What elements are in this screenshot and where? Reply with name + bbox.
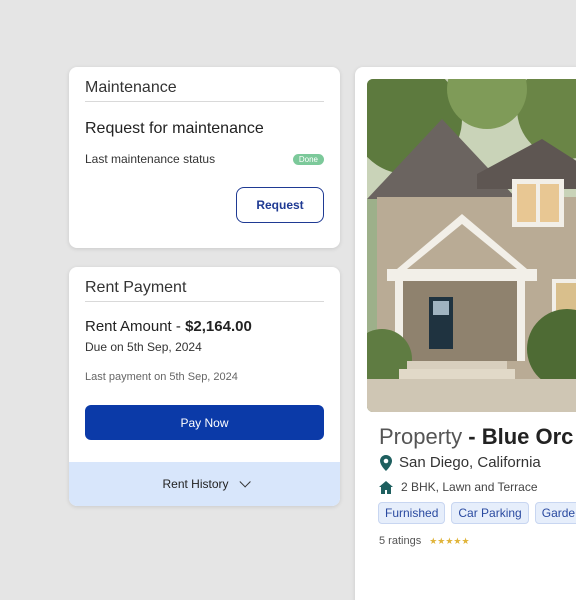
property-location: San Diego, California	[379, 454, 541, 471]
chevron-down-icon	[238, 476, 251, 488]
location-pin-icon	[380, 454, 392, 471]
rent-due-date: Due on 5th Sep, 2024	[85, 340, 202, 354]
property-tags: Furnished Car Parking Garde	[378, 502, 576, 524]
property-ratings: 5 ratings ★★★★★	[379, 535, 470, 547]
property-photo	[367, 79, 576, 412]
request-button[interactable]: Request	[236, 187, 324, 223]
ratings-count: 5 ratings	[379, 535, 422, 547]
tag-garden: Garde	[534, 502, 576, 524]
location-text: San Diego, California	[399, 454, 541, 471]
rent-amount-label: Rent Amount -	[85, 318, 186, 335]
home-icon	[379, 480, 393, 494]
rent-payment-card: Rent Payment Rent Amount - $2,164.00 Due…	[69, 267, 340, 506]
pay-now-button[interactable]: Pay Now	[85, 405, 324, 440]
status-badge: Done	[292, 153, 324, 165]
maintenance-heading: Request for maintenance	[85, 120, 264, 137]
property-name: - Blue Orc	[462, 424, 574, 449]
tag-car-parking: Car Parking	[451, 502, 529, 524]
rent-history-label: Rent History	[162, 477, 229, 491]
property-title-prefix: Property	[379, 424, 463, 449]
maintenance-status-label: Last maintenance status	[85, 152, 216, 166]
property-title: Property - Blue Orc	[379, 424, 573, 450]
last-payment: Last payment on 5th Sep, 2024	[85, 371, 238, 383]
tag-furnished: Furnished	[378, 502, 446, 524]
rent-title: Rent Payment	[85, 279, 324, 302]
house-illustration	[367, 79, 576, 412]
rent-amount: Rent Amount - $2,164.00	[85, 318, 324, 335]
maintenance-card: Maintenance Request for maintenance Last…	[69, 67, 340, 248]
rent-history-toggle[interactable]: Rent History	[69, 462, 340, 506]
rent-amount-value: $2,164.00	[185, 318, 252, 335]
star-rating: ★★★★★	[429, 535, 470, 546]
maintenance-status-row: Last maintenance status Done	[85, 152, 324, 166]
maintenance-title: Maintenance	[85, 79, 324, 102]
property-card: Property - Blue Orc San Diego, Californi…	[355, 67, 576, 600]
property-details: 2 BHK, Lawn and Terrace	[379, 480, 538, 494]
details-text: 2 BHK, Lawn and Terrace	[401, 480, 538, 494]
